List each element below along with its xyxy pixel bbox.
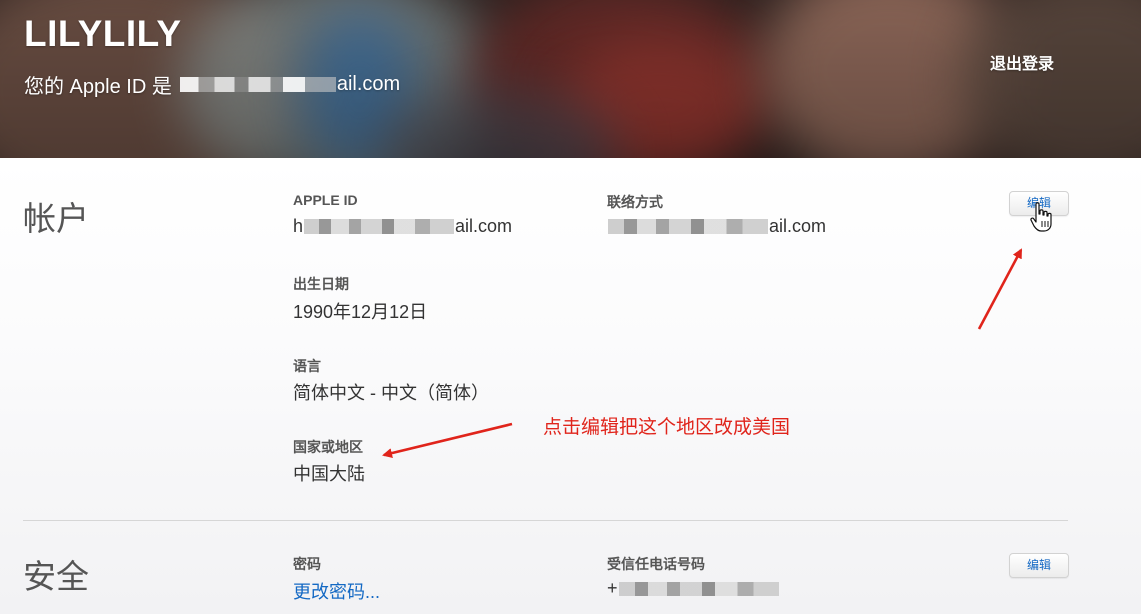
apple-id-suffix: ail.com (336, 73, 401, 95)
apple-id-prefix: 您的 Apple ID 是 (24, 76, 172, 98)
account-edit-button[interactable]: 编辑 (1009, 191, 1069, 216)
logout-button[interactable]: 退出登录 (990, 50, 1054, 74)
trusted-phone-label: 受信任电话号码 (607, 556, 705, 572)
profile-header: LILYLILY 您的 Apple ID 是 ail.com 退出登录 (0, 0, 1141, 158)
security-edit-button[interactable]: 编辑 (1009, 553, 1069, 578)
apple-id-label: APPLE ID (293, 192, 358, 208)
annotation-text: 点击编辑把这个地区改成美国 (543, 417, 791, 438)
birthday-label: 出生日期 (293, 276, 349, 292)
region-label: 国家或地区 (293, 439, 363, 455)
apple-id-value: h ail.com (293, 216, 512, 237)
change-password-link[interactable]: 更改密码... (293, 578, 380, 604)
section-divider (23, 520, 1068, 521)
redacted-phone-mosaic (618, 581, 779, 596)
security-section-title: 安全 (23, 558, 89, 595)
region-value: 中国大陆 (293, 464, 365, 484)
contact-label: 联络方式 (607, 194, 663, 210)
birthday-value: 1990年12月12日 (293, 302, 428, 322)
account-body: 帐户 APPLE ID h ail.com 联络方式 ail.com 编辑 出生… (0, 158, 1141, 614)
redacted-email-mosaic (608, 219, 768, 234)
apple-id-account-page: LILYLILY 您的 Apple ID 是 ail.com 退出登录 帐户 A… (0, 0, 1141, 614)
language-value: 简体中文 - 中文（简体） (293, 383, 489, 403)
contact-value: ail.com (607, 216, 826, 237)
account-section-title: 帐户 (23, 200, 89, 237)
redacted-email-mosaic (304, 219, 455, 234)
user-name: LILYLILY (24, 13, 182, 54)
redacted-email-mosaic (179, 77, 336, 92)
apple-id-value-end: ail.com (455, 216, 513, 236)
password-label: 密码 (293, 556, 321, 572)
trusted-phone-value: + (607, 578, 780, 599)
apple-id-value-start: h (293, 216, 304, 236)
contact-value-end: ail.com (769, 216, 827, 236)
apple-id-summary: 您的 Apple ID 是 ail.com (24, 70, 400, 99)
phone-prefix: + (607, 578, 618, 598)
language-label: 语言 (293, 358, 321, 374)
